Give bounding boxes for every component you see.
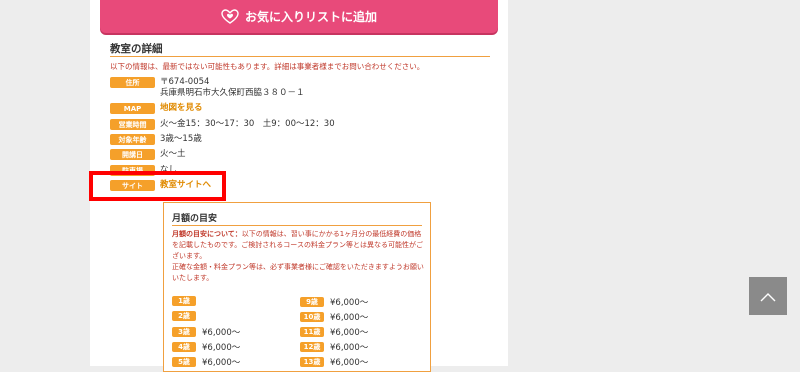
age-badge: 12歳 bbox=[300, 342, 324, 352]
age-badge: 4歳 bbox=[172, 342, 196, 352]
add-to-favorites-label: お気に入りリストに追加 bbox=[244, 10, 377, 24]
age-price-row: 2歳 bbox=[172, 311, 202, 321]
age-badge: 2歳 bbox=[172, 311, 196, 321]
add-to-favorites-button[interactable]: お気に入りリストに追加 bbox=[100, 0, 498, 33]
monthly-description: 月額の目安について：以下の情報は、習い事にかかる1ヶ月分の最低経費の価格を記載し… bbox=[172, 229, 428, 284]
age-price: ¥6,000～ bbox=[330, 298, 369, 308]
age-price: ¥6,000～ bbox=[330, 358, 369, 368]
age-badge: 9歳 bbox=[300, 297, 324, 307]
address-value: 〒674-0054 兵庫県明石市大久保町西脇３８０－１ bbox=[160, 77, 305, 99]
notice-text: 以下の情報は、最新ではない可能性もあります。詳細は事業者様までお問い合わせくださ… bbox=[110, 62, 425, 71]
hours-label: 営業時間 bbox=[110, 119, 155, 130]
address-label: 住所 bbox=[110, 77, 155, 88]
age-price-row: 4歳 ¥6,000～ bbox=[172, 341, 240, 353]
age-price-row: 10歳 ¥6,000～ bbox=[300, 311, 368, 323]
postal-code: 〒674-0054 bbox=[160, 77, 210, 87]
detail-row-map: MAP 地図を見る bbox=[110, 103, 203, 114]
age-price-row: 1歳 bbox=[172, 296, 202, 306]
age-price-row: 11歳 ¥6,000～ bbox=[300, 326, 368, 338]
age-value: 3歳～15歳 bbox=[160, 134, 202, 144]
age-price: ¥6,000～ bbox=[202, 343, 241, 353]
map-link[interactable]: 地図を見る bbox=[160, 103, 203, 114]
age-price-row: 12歳 ¥6,000～ bbox=[300, 341, 368, 353]
age-price: ¥6,000～ bbox=[202, 328, 241, 338]
days-value: 火～土 bbox=[160, 149, 186, 159]
age-badge: 1歳 bbox=[172, 296, 196, 306]
age-badge: 11歳 bbox=[300, 327, 324, 337]
detail-row-days: 開講日 火～土 bbox=[110, 149, 186, 160]
monthly-title: 月額の目安 bbox=[172, 214, 218, 224]
detail-row-hours: 営業時間 火～金15：30～17：30 土9：00～12：30 bbox=[110, 119, 335, 130]
age-price-row: 9歳 ¥6,000～ bbox=[300, 296, 368, 308]
age-badge: 10歳 bbox=[300, 312, 324, 322]
age-price-row: 3歳 ¥6,000～ bbox=[172, 326, 240, 338]
age-price: ¥6,000～ bbox=[330, 343, 369, 353]
monthly-desc-heading: 月額の目安について： bbox=[172, 230, 242, 238]
detail-row-address: 住所 〒674-0054 兵庫県明石市大久保町西脇３８０－１ bbox=[110, 77, 305, 99]
highlight-box bbox=[89, 171, 226, 201]
days-label: 開講日 bbox=[110, 149, 155, 160]
monthly-desc-text-2: 正確な金額・料金プラン等は、必ず事業者様にご確認をいただきますようお願いいたしま… bbox=[172, 263, 424, 282]
age-price: ¥6,000～ bbox=[330, 313, 369, 323]
address-line: 兵庫県明石市大久保町西脇３８０－１ bbox=[160, 88, 305, 98]
chevron-up-icon bbox=[760, 287, 776, 306]
divider bbox=[110, 56, 490, 57]
divider bbox=[172, 225, 422, 226]
scroll-to-top-button[interactable] bbox=[749, 277, 787, 315]
hours-value: 火～金15：30～17：30 土9：00～12：30 bbox=[160, 119, 335, 129]
map-label: MAP bbox=[110, 103, 155, 114]
monthly-cost-box: 月額の目安 月額の目安について：以下の情報は、習い事にかかる1ヶ月分の最低経費の… bbox=[163, 202, 431, 372]
detail-row-age: 対象年齢 3歳～15歳 bbox=[110, 134, 202, 145]
age-price-row: 13歳 ¥6,000～ bbox=[300, 356, 368, 368]
age-price-row: 5歳 ¥6,000～ bbox=[172, 356, 240, 368]
heart-icon bbox=[221, 8, 239, 25]
age-price: ¥6,000～ bbox=[202, 358, 241, 368]
age-price: ¥6,000～ bbox=[330, 328, 369, 338]
age-badge: 3歳 bbox=[172, 327, 196, 337]
age-label: 対象年齢 bbox=[110, 134, 155, 145]
section-title: 教室の詳細 bbox=[110, 43, 163, 55]
